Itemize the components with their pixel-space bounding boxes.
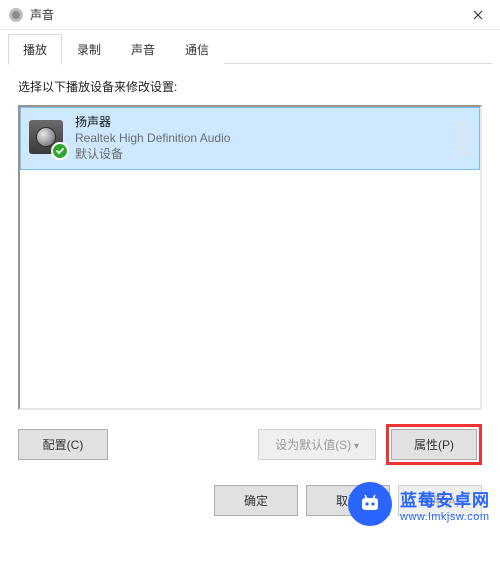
playback-panel: 选择以下播放设备来修改设置: 扬声器 Realtek High Definiti… [0, 64, 500, 475]
tab-strip: 播放 录制 声音 通信 [0, 30, 500, 64]
default-check-icon [51, 142, 69, 160]
tab-playback[interactable]: 播放 [8, 34, 62, 65]
tab-sounds[interactable]: 声音 [116, 34, 170, 64]
device-name: 扬声器 [75, 114, 447, 130]
volume-meter [457, 122, 469, 155]
device-item[interactable]: 扬声器 Realtek High Definition Audio 默认设备 [20, 107, 480, 170]
instruction-text: 选择以下播放设备来修改设置: [18, 78, 482, 95]
window-title: 声音 [30, 6, 455, 23]
apply-button: 应用(A) [398, 485, 482, 516]
sound-icon [8, 7, 24, 23]
set-default-button: 设为默认值(S) [258, 429, 376, 460]
panel-buttons: 配置(C) 设为默认值(S) 属性(P) [18, 424, 482, 465]
tab-recording[interactable]: 录制 [62, 34, 116, 64]
cancel-button[interactable]: 取消 [306, 485, 390, 516]
device-driver: Realtek High Definition Audio [75, 130, 447, 146]
close-button[interactable] [455, 0, 500, 30]
titlebar: 声音 [0, 0, 500, 30]
properties-button[interactable]: 属性(P) [391, 429, 477, 460]
ok-button[interactable]: 确定 [214, 485, 298, 516]
device-icon [29, 120, 65, 156]
device-text: 扬声器 Realtek High Definition Audio 默认设备 [75, 114, 447, 163]
device-list[interactable]: 扬声器 Realtek High Definition Audio 默认设备 [18, 105, 482, 410]
configure-button[interactable]: 配置(C) [18, 429, 108, 460]
highlight-annotation: 属性(P) [386, 424, 482, 465]
tab-communications[interactable]: 通信 [170, 34, 224, 64]
device-status: 默认设备 [75, 146, 447, 162]
dialog-footer: 确定 取消 应用(A) [0, 475, 500, 526]
